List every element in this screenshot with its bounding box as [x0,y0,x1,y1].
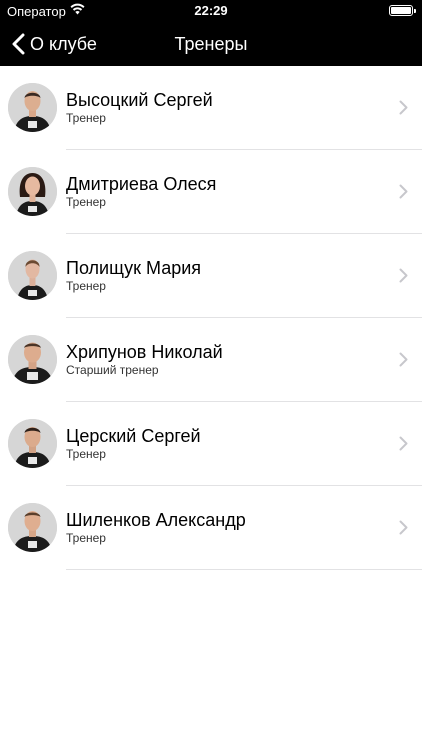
chevron-right-icon [399,436,408,456]
battery-icon [389,5,416,16]
clock: 22:29 [194,3,228,18]
trainer-row[interactable]: Полищук Мария Тренер [0,234,422,318]
avatar [8,335,57,384]
chevron-right-icon [399,520,408,540]
avatar [8,251,57,300]
avatar [8,83,57,132]
trainer-name: Полищук Мария [66,258,202,278]
chevron-right-icon [399,268,408,288]
avatar [8,167,57,216]
navigation-bar: О клубе Тренеры [0,22,422,66]
trainer-row[interactable]: Хрипунов Николай Старший тренер [0,318,422,402]
back-label: О клубе [30,33,97,54]
avatar [8,419,57,468]
trainer-row[interactable]: Дмитриева Олеся Тренер [0,150,422,234]
trainer-role: Тренер [66,447,106,461]
trainer-name: Шиленков Александр [66,510,246,530]
trainer-role: Тренер [66,111,106,125]
trainer-row[interactable]: Высоцкий Сергей Тренер [0,66,422,150]
avatar [8,503,57,552]
trainer-role: Старший тренер [66,363,159,377]
trainer-name: Церский Сергей [66,426,201,446]
trainer-name: Дмитриева Олеся [66,174,217,194]
chevron-left-icon [12,33,25,55]
trainer-row[interactable]: Церский Сергей Тренер [0,402,422,486]
trainer-name: Высоцкий Сергей [66,90,213,110]
chevron-right-icon [399,100,408,120]
trainer-name: Хрипунов Николай [66,342,223,362]
trainer-role: Тренер [66,195,106,209]
status-bar: Оператор 22:29 [0,0,422,22]
trainer-row[interactable]: Шиленков Александр Тренер [0,486,422,570]
trainer-role: Тренер [66,531,106,545]
trainers-list: Высоцкий Сергей Тренер Дмитриева Олеся Т… [0,66,422,570]
trainer-role: Тренер [66,279,106,293]
back-button[interactable]: О клубе [12,22,97,66]
chevron-right-icon [399,184,408,204]
chevron-right-icon [399,352,408,372]
